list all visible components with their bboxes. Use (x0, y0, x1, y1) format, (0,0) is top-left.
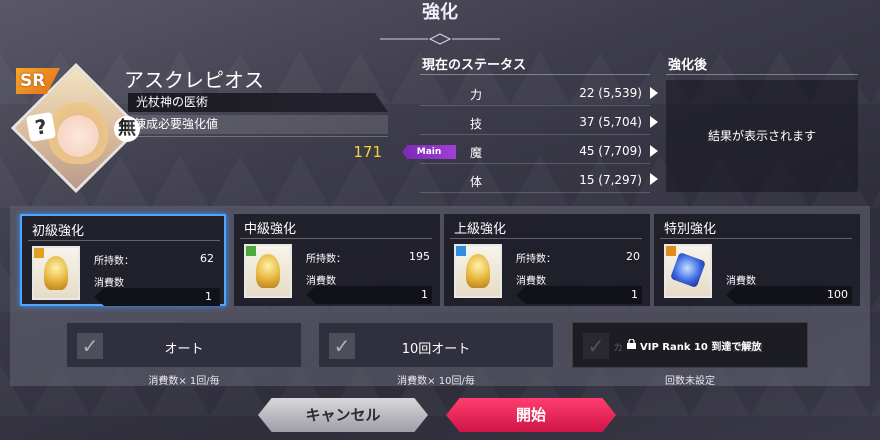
stat-name: 魔 (470, 146, 483, 160)
owned-count: 62 (200, 252, 214, 265)
owned-label: 所持数： (306, 254, 346, 265)
cost-field[interactable] (94, 288, 220, 306)
auto-10-button[interactable]: ✓ 10回オート (318, 322, 554, 368)
owned-label: 所持数： (94, 256, 134, 267)
option-special-enhance[interactable]: 特別強化 消費数 100 (654, 214, 860, 306)
cost-value: 1 (421, 288, 428, 301)
owned-count: 195 (409, 250, 430, 263)
option-name: 上級強化 (454, 222, 507, 237)
cost-label: 消費数 (516, 276, 546, 287)
cost-label: 消費数 (94, 278, 124, 289)
trophy-icon (32, 246, 80, 300)
stat-name: 体 (470, 175, 483, 189)
arrow-right-icon (650, 87, 658, 99)
stat-name: 技 (470, 117, 483, 131)
arrow-right-icon (650, 173, 658, 185)
trophy-icon (454, 244, 502, 298)
character-name: アスクレピオス (124, 68, 264, 92)
cost-field[interactable] (306, 286, 432, 304)
auto-10-sub: 消費数× 10回/毎 (397, 376, 475, 387)
stat-value: 15 (7,297) (579, 173, 642, 187)
stat-row-skill: 技 37 (5,704) (420, 109, 650, 135)
arrow-right-icon (650, 116, 658, 128)
stat-value: 22 (5,539) (579, 86, 642, 100)
trophy-icon (244, 244, 292, 298)
vip-lock-label: VIP Rank 10 到達で解放 (640, 342, 762, 353)
after-divider (666, 74, 858, 75)
option-high-enhance[interactable]: 上級強化 所持数： 20 消費数 1 (444, 214, 650, 306)
status-header: 現在のステータス (422, 58, 527, 73)
start-button[interactable]: 開始 (446, 398, 616, 432)
required-divider (128, 136, 388, 137)
option-name: 初級強化 (32, 224, 85, 239)
character-face (48, 101, 109, 164)
option-name: 特別強化 (664, 222, 717, 237)
owned-count: 20 (626, 250, 640, 263)
auto-button[interactable]: ✓ オート (66, 322, 302, 368)
auto-sub: 消費数× 1回/毎 (148, 376, 220, 387)
stat-name: 力 (470, 88, 483, 102)
owned-label: 所持数： (516, 254, 556, 265)
after-header: 強化後 (668, 58, 708, 73)
custom-auto-sub: 回数未設定 (665, 376, 715, 387)
required-label: 錬成必要強化値 (128, 115, 388, 134)
question-icon[interactable]: ? (25, 111, 57, 143)
cost-value: 1 (205, 290, 212, 303)
cost-value: 1 (631, 288, 638, 301)
lock-icon (627, 339, 636, 349)
auto-label: オート (164, 342, 204, 357)
cost-label: 消費数 (726, 276, 756, 287)
option-name: 中級強化 (244, 222, 297, 237)
option-basic-enhance[interactable]: 初級強化 所持数： 62 消費数 1 (20, 214, 226, 306)
stat-row-power: 力 22 (5,539) (420, 80, 650, 106)
title-ornament (380, 33, 500, 45)
cancel-button[interactable]: キャンセル (258, 398, 428, 432)
cost-value: 100 (827, 288, 848, 301)
arrow-right-icon (650, 145, 658, 157)
page-title: 強化 (422, 2, 458, 23)
stat-row-body: 体 15 (7,297) (420, 167, 650, 193)
stat-value: 45 (7,709) (579, 144, 642, 158)
auto-10-label: 10回オート (401, 342, 471, 357)
cost-field[interactable] (516, 286, 642, 304)
stat-row-magic: 魔 45 (7,709) (420, 138, 650, 164)
status-divider (420, 74, 650, 75)
checkmark-icon: ✓ (583, 333, 609, 359)
required-value: 171 (353, 143, 382, 161)
after-result-box: 結果が表示されます (666, 80, 858, 192)
stat-value: 37 (5,704) (579, 115, 642, 129)
option-mid-enhance[interactable]: 中級強化 所持数： 195 消費数 1 (234, 214, 440, 306)
character-skill: 光杖神の医術 (128, 93, 388, 112)
gem-icon (664, 244, 712, 298)
cost-label: 消費数 (306, 276, 336, 287)
